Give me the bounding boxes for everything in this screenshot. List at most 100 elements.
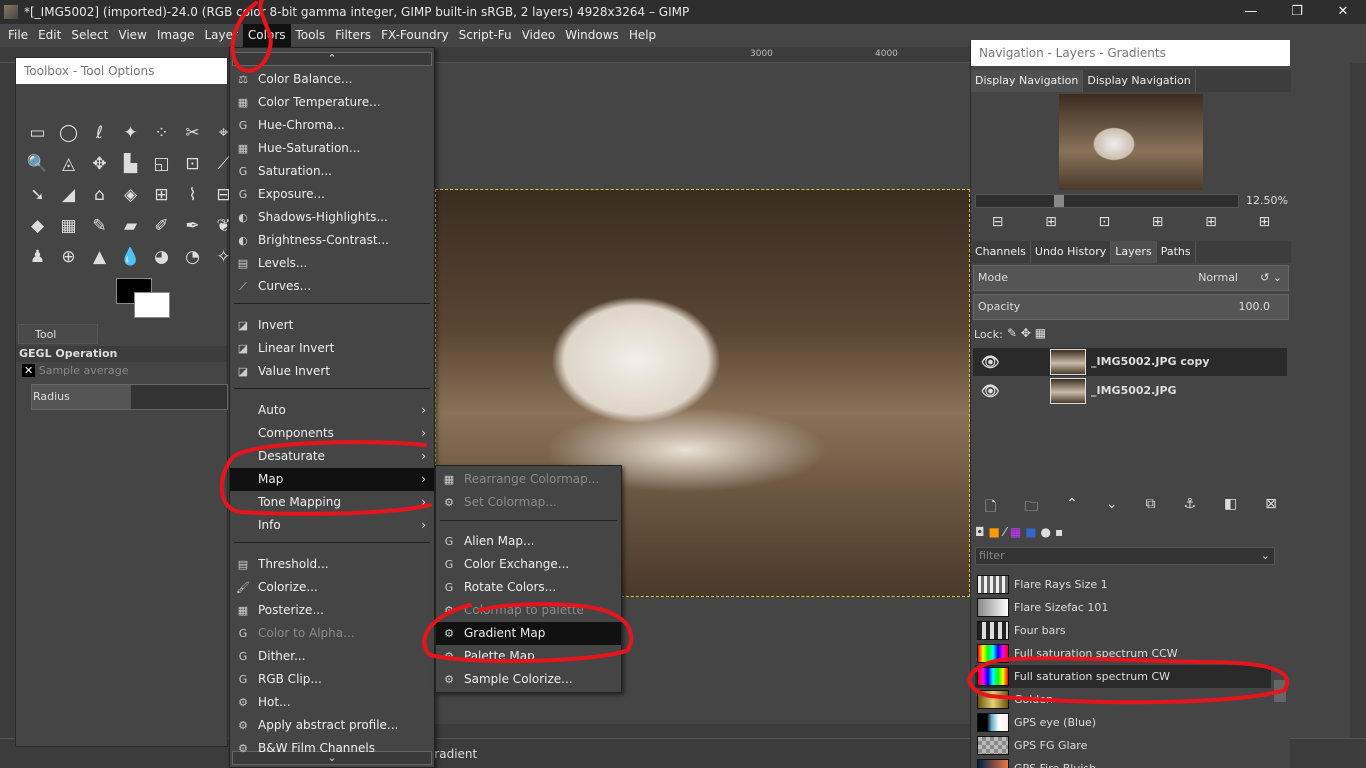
tab-tool-options[interactable]: Tool Options [18, 324, 98, 361]
minimize-button[interactable]: — [1228, 0, 1274, 24]
gradient-item[interactable]: Golden [975, 688, 1271, 711]
gradient-item[interactable]: Flare Sizefac 101 [975, 596, 1271, 619]
menu-item-hue-chroma[interactable]: G Hue-Chroma... [230, 114, 434, 137]
layer-row[interactable]: 👁 _IMG5002.JPG [973, 377, 1287, 405]
menu-item-posterize[interactable]: ▦ Posterize... [230, 599, 434, 622]
menu-item-color-balance[interactable]: ⚖ Color Balance... [230, 68, 434, 91]
menu-item-levels[interactable]: ▤ Levels... [230, 252, 434, 275]
mask-icon[interactable]: ◧ [1224, 496, 1237, 520]
new-layer-icon[interactable]: 🗋 [985, 496, 996, 520]
mode-select[interactable]: Mode Normal ↺ ⌄ [973, 265, 1289, 291]
lower-layer-icon[interactable]: ⌄ [1106, 496, 1118, 520]
menu-edit[interactable]: Edit [33, 24, 66, 47]
menu-item-linear-invert[interactable]: ◪ Linear Invert [230, 337, 434, 360]
tool-icon[interactable]: ◔ [177, 242, 208, 273]
visibility-eye-icon[interactable]: 👁 [981, 377, 1000, 405]
menu-item-apply-abstract-profile[interactable]: ⚙ Apply abstract profile... [230, 714, 434, 737]
tab-channels[interactable]: Channels [971, 241, 1031, 263]
tab-display-navigation[interactable]: Display Navigation [1083, 70, 1196, 92]
tool-icon[interactable]: ✥ [84, 149, 115, 180]
scroll-up-arrow[interactable]: ⌃ [232, 52, 432, 66]
tab-display-navigation[interactable]: Display Navigation [971, 70, 1084, 92]
tool-icon[interactable]: ◯ [53, 118, 84, 149]
tool-icon[interactable]: ✎ [84, 211, 115, 242]
zoom-out-icon[interactable]: ⊟ [992, 214, 1004, 230]
new-layer-group-icon[interactable]: 🗀 [1024, 496, 1038, 520]
menu-help[interactable]: Help [624, 24, 661, 47]
menu-item-hot[interactable]: ⚙ Hot... [230, 691, 434, 714]
menu-item-rearrange-colormap[interactable]: ▦ Rearrange Colormap... [436, 468, 621, 491]
gradients-scrollbar[interactable] [1274, 680, 1286, 702]
tool-icon[interactable]: ⊡ [177, 149, 208, 180]
zoom-fit-icon[interactable]: ⊞ [1152, 214, 1164, 230]
menu-item-sample-colorize[interactable]: ⚙ Sample Colorize... [436, 668, 621, 691]
resource-tabs[interactable]: ◘■⁄▦■●▪ [975, 525, 1067, 539]
tool-icon[interactable]: ✂ [177, 118, 208, 149]
menu-item-auto[interactable]: Auto › [230, 399, 434, 422]
tab-undo-history[interactable]: Undo History [1031, 241, 1112, 263]
gradient-item[interactable]: Full saturation spectrum CCW [975, 642, 1271, 665]
visibility-eye-icon[interactable]: 👁 [981, 348, 1000, 376]
gradient-item[interactable]: GPS Fire Bluish [975, 757, 1271, 768]
menu-item-color-to-alpha[interactable]: G Color to Alpha... [230, 622, 434, 645]
menu-item-b-w-film-channels[interactable]: ⚙ B&W Film Channels [230, 737, 434, 760]
tool-icon[interactable]: 🔍 [22, 149, 53, 180]
zoom-fill-icon[interactable]: ⊞ [1205, 214, 1217, 230]
maximize-button[interactable]: ❐ [1274, 0, 1320, 24]
menu-item-brightness-contrast[interactable]: ◐ Brightness-Contrast... [230, 229, 434, 252]
vertical-ruler[interactable] [0, 63, 16, 743]
tool-icon[interactable]: ⊞ [146, 180, 177, 211]
lock-pixels-icon[interactable]: ✎ ✥ ▦ [1007, 326, 1046, 340]
menu-item-shadows-highlights[interactable]: ◐ Shadows-Highlights... [230, 206, 434, 229]
zoom-slider[interactable] [975, 194, 1239, 208]
gradient-item[interactable]: GPS FG Glare [975, 734, 1271, 757]
menu-item-curves[interactable]: ⟋ Curves... [230, 275, 434, 298]
sample-average-checkbox[interactable]: ✕ Sample average [22, 364, 129, 377]
menu-item-map[interactable]: Map › [230, 468, 434, 491]
tool-icon[interactable]: ▦ [53, 211, 84, 242]
menu-item-dither[interactable]: G Dither... [230, 645, 434, 668]
gradient-item[interactable]: GPS eye (Blue) [975, 711, 1271, 734]
menu-item-threshold[interactable]: ▤ Threshold... [230, 553, 434, 576]
tool-icon[interactable]: ▲ [84, 242, 115, 273]
menu-fx-foundry[interactable]: FX-Foundry [376, 24, 454, 47]
tool-icon[interactable]: ✦ [115, 118, 146, 149]
zoom-1-1-icon[interactable]: ⊡ [1098, 214, 1110, 230]
menu-view[interactable]: View [113, 24, 151, 47]
tool-icon[interactable]: ◕ [146, 242, 177, 273]
tool-icon[interactable]: ◆ [22, 211, 53, 242]
tool-icon[interactable]: 💧 [115, 242, 146, 273]
zoom-in-icon[interactable]: ⊞ [1045, 214, 1057, 230]
menu-select[interactable]: Select [66, 24, 113, 47]
tab-paths[interactable]: Paths [1157, 241, 1196, 263]
tool-icon[interactable]: ◈ [115, 180, 146, 211]
tool-icon[interactable]: ♟ [22, 242, 53, 273]
tool-icon[interactable]: ◱ [146, 149, 177, 180]
gradient-item[interactable]: Four bars [975, 619, 1271, 642]
tool-icon[interactable]: ✒ [177, 211, 208, 242]
menu-item-gradient-map[interactable]: ⚙ Gradient Map [436, 622, 621, 645]
tool-icon[interactable]: ▭ [22, 118, 53, 149]
menu-item-value-invert[interactable]: ◪ Value Invert [230, 360, 434, 383]
tab-layers[interactable]: Layers [1111, 241, 1157, 263]
close-button[interactable]: ✕ [1320, 0, 1366, 24]
gradient-item[interactable]: Flare Rays Size 1 [975, 573, 1271, 596]
menu-item-color-exchange[interactable]: G Color Exchange... [436, 553, 621, 576]
tool-icon[interactable]: ◬ [53, 149, 84, 180]
menu-windows[interactable]: Windows [560, 24, 624, 47]
shrink-wrap-icon[interactable]: ⊞ [1258, 214, 1270, 230]
menu-filters[interactable]: Filters [330, 24, 376, 47]
layer-row[interactable]: 👁 _IMG5002.JPG copy [973, 348, 1287, 376]
tool-icon[interactable]: ➘ [22, 180, 53, 211]
menu-item-desaturate[interactable]: Desaturate › [230, 445, 434, 468]
tool-icon[interactable]: ▙ [115, 149, 146, 180]
gradient-item[interactable]: Full saturation spectrum CW [975, 665, 1271, 688]
tool-icon[interactable]: ▰ [115, 211, 146, 242]
menu-item-exposure[interactable]: G Exposure... [230, 183, 434, 206]
menu-item-saturation[interactable]: G Saturation... [230, 160, 434, 183]
vertical-scrollbar[interactable] [1350, 63, 1366, 738]
tool-icon[interactable]: ⌂ [84, 180, 115, 211]
menu-item-alien-map[interactable]: G Alien Map... [436, 530, 621, 553]
menu-item-components[interactable]: Components › [230, 422, 434, 445]
tool-icon[interactable]: ⁘ [146, 118, 177, 149]
